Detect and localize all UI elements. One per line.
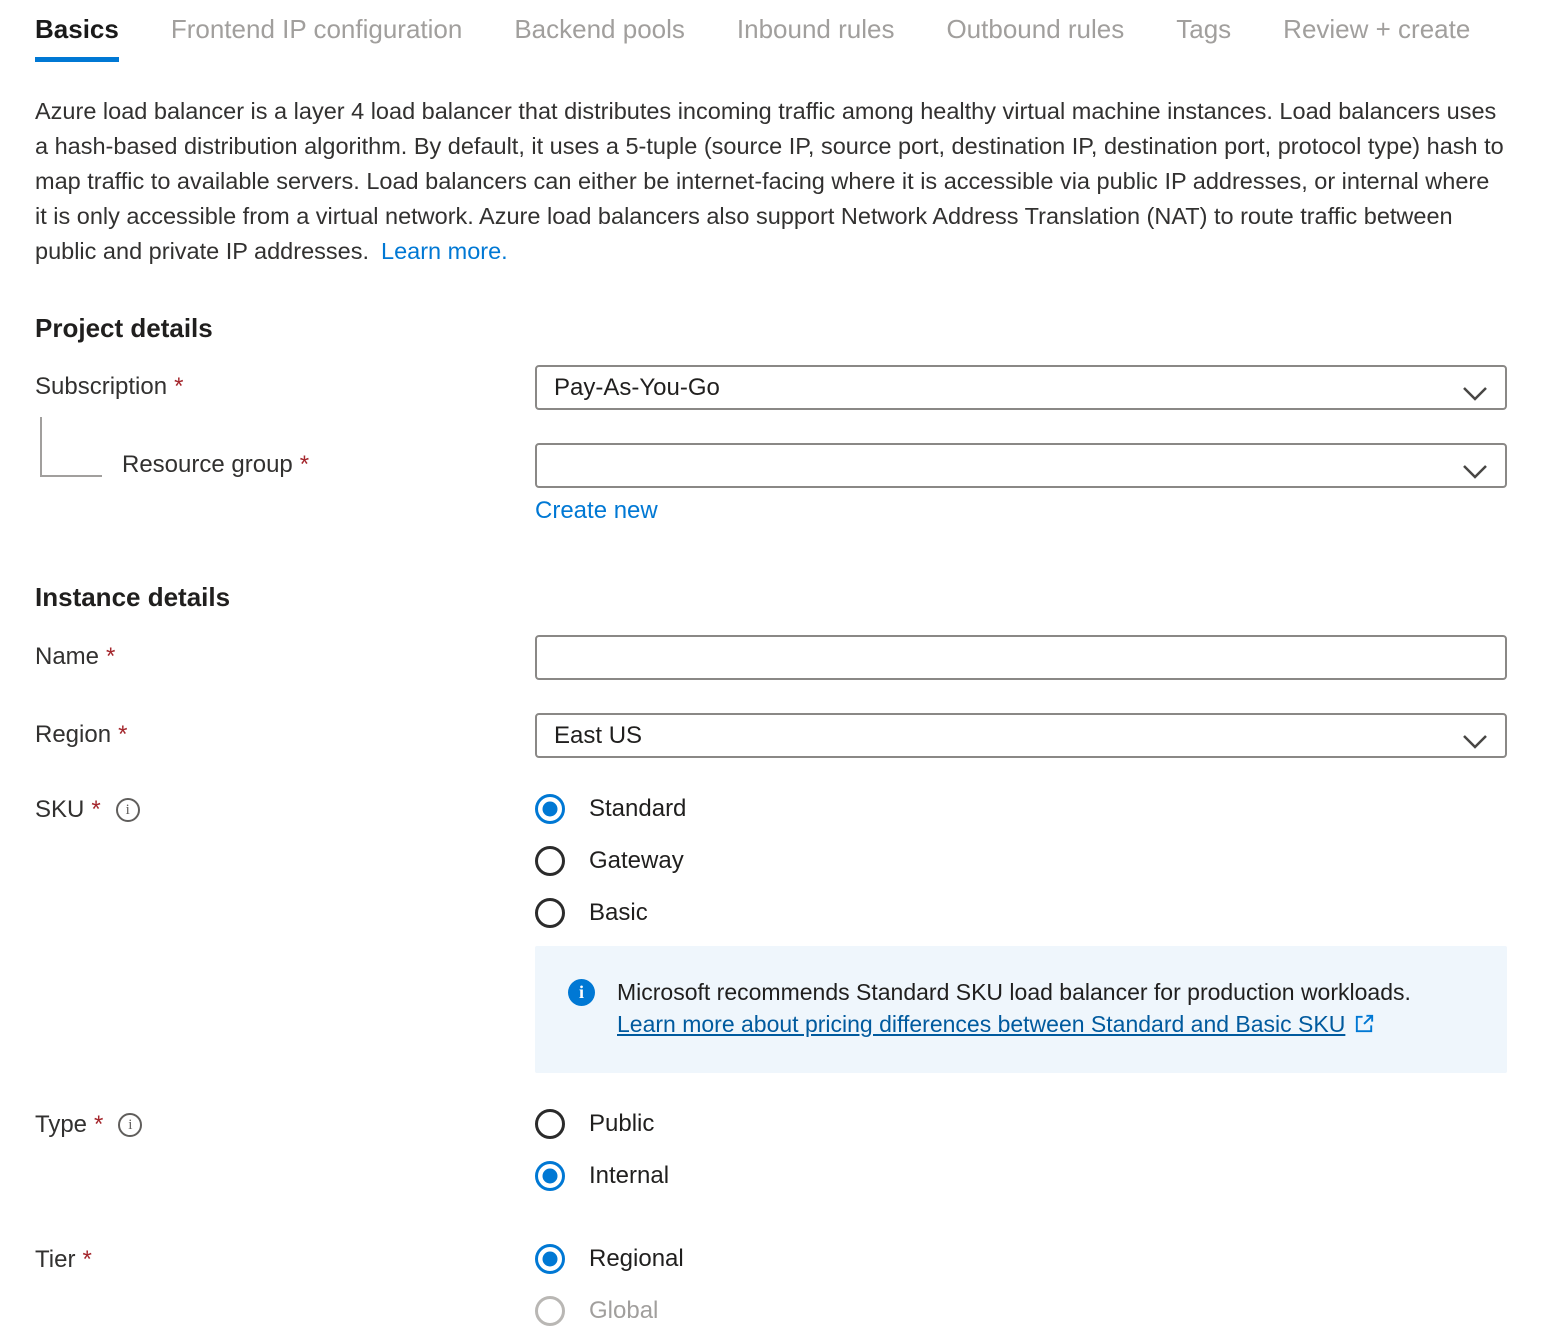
resource-group-row: Resource group * Create new [35,443,1507,525]
tab-basics[interactable]: Basics [35,14,119,62]
radio-unselected-icon [535,898,565,928]
radio-disabled-icon [535,1296,565,1326]
tier-option-global-label: Global [589,1297,658,1325]
tab-outbound-rules[interactable]: Outbound rules [946,14,1124,62]
tab-inbound-rules[interactable]: Inbound rules [737,14,895,62]
resource-group-dropdown[interactable] [535,443,1507,488]
tier-radio-group: Regional Global [535,1244,1507,1326]
radio-unselected-icon [535,1109,565,1139]
region-dropdown[interactable]: East US [535,713,1507,758]
region-label: Region * [35,713,535,749]
name-row: Name * [35,635,1507,680]
required-asterisk: * [118,721,127,749]
type-option-internal-label: Internal [589,1162,669,1190]
type-row: Type * i Public Internal [35,1109,1507,1191]
sku-recommendation-infobox: i Microsoft recommends Standard SKU load… [535,946,1507,1073]
resource-group-label: Resource group * [122,443,535,479]
sku-radio-group: Standard Gateway Basic [535,794,1507,928]
type-option-internal[interactable]: Internal [535,1161,1507,1191]
type-option-public-label: Public [589,1110,654,1138]
learn-more-link[interactable]: Learn more. [381,238,508,264]
required-asterisk: * [300,451,309,479]
tab-backend-pools[interactable]: Backend pools [514,14,685,62]
create-load-balancer-basics-page: Basics Frontend IP configuration Backend… [0,0,1550,1326]
tier-label: Tier * [35,1244,535,1274]
resource-group-label-text: Resource group [122,451,293,479]
tier-option-global: Global [535,1296,1507,1326]
tab-frontend-ip-configuration[interactable]: Frontend IP configuration [171,14,462,62]
sku-infobox-content: Microsoft recommends Standard SKU load b… [617,976,1411,1043]
name-label-text: Name [35,643,99,671]
subscription-dropdown[interactable]: Pay-As-You-Go [535,365,1507,410]
external-link-icon [1353,1011,1376,1043]
chevron-down-icon [1462,729,1488,757]
sku-label-text: SKU [35,796,84,824]
sku-option-standard[interactable]: Standard [535,794,1507,824]
intro-text: Azure load balancer is a layer 4 load ba… [35,98,1504,264]
type-info-icon[interactable]: i [118,1113,142,1137]
required-asterisk: * [94,1111,103,1139]
radio-selected-icon [535,1244,565,1274]
radio-selected-icon [535,1161,565,1191]
required-asterisk: * [174,373,183,401]
sku-label: SKU * i [35,794,535,824]
sku-option-standard-label: Standard [589,795,686,823]
subscription-value: Pay-As-You-Go [554,374,720,402]
name-input[interactable] [535,635,1507,680]
tier-option-regional[interactable]: Regional [535,1244,1507,1274]
sku-info-icon[interactable]: i [116,798,140,822]
tab-strip: Basics Frontend IP configuration Backend… [35,14,1507,62]
required-asterisk: * [106,643,115,671]
region-label-text: Region [35,721,111,749]
tier-row: Tier * Regional Global [35,1244,1507,1326]
chevron-down-icon [1462,381,1488,409]
sku-info-row: i Microsoft recommends Standard SKU load… [35,928,1507,1073]
required-asterisk: * [82,1246,91,1274]
subscription-label: Subscription * [35,365,535,401]
region-value: East US [554,722,642,750]
create-new-link[interactable]: Create new [535,497,658,525]
type-radio-group: Public Internal [535,1109,1507,1191]
tab-tags[interactable]: Tags [1176,14,1231,62]
region-row: Region * East US [35,713,1507,758]
sku-pricing-link[interactable]: Learn more about pricing differences bet… [617,1011,1345,1037]
sku-infobox-text: Microsoft recommends Standard SKU load b… [617,979,1411,1005]
project-details-heading: Project details [35,313,1507,343]
sku-option-basic-label: Basic [589,899,648,927]
required-asterisk: * [91,796,100,824]
subscription-row: Subscription * Pay-As-You-Go [35,365,1507,410]
resource-group-control: Create new [535,443,1507,525]
type-label-text: Type [35,1111,87,1139]
radio-unselected-icon [535,846,565,876]
type-option-public[interactable]: Public [535,1109,1507,1139]
instance-details-heading: Instance details [35,582,1507,612]
sku-row: SKU * i Standard Gateway Basic [35,794,1507,928]
type-label: Type * i [35,1109,535,1139]
tab-review-create[interactable]: Review + create [1283,14,1470,62]
sku-option-basic[interactable]: Basic [535,898,1507,928]
subscription-resource-connector-line [40,417,102,477]
radio-selected-icon [535,794,565,824]
name-label: Name * [35,635,535,671]
subscription-label-text: Subscription [35,373,167,401]
sku-option-gateway[interactable]: Gateway [535,846,1507,876]
tier-option-regional-label: Regional [589,1245,684,1273]
info-filled-icon: i [568,979,595,1006]
intro-paragraph: Azure load balancer is a layer 4 load ba… [35,94,1507,269]
chevron-down-icon [1462,459,1488,487]
tier-label-text: Tier [35,1246,75,1274]
sku-option-gateway-label: Gateway [589,847,684,875]
